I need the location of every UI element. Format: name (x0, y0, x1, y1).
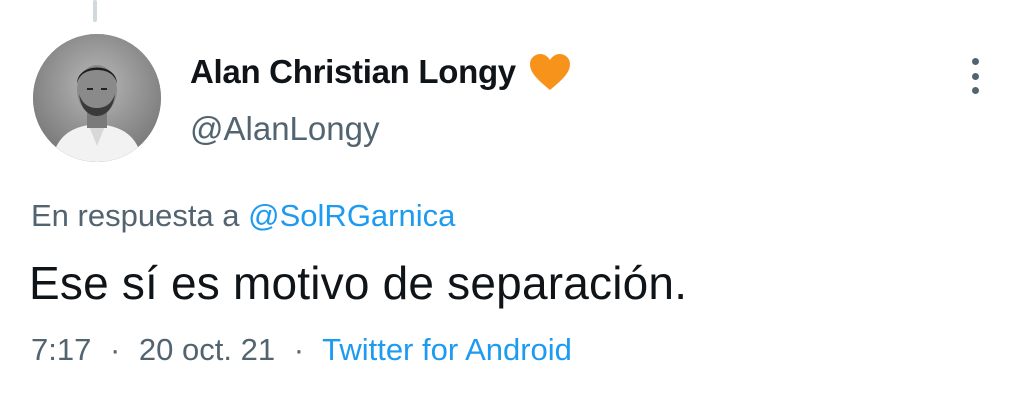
avatar[interactable] (33, 34, 161, 162)
meta-separator: · (293, 332, 305, 367)
reply-context: En respuesta a @SolRGarnica (31, 198, 455, 234)
name-row: Alan Christian Longy (190, 48, 984, 96)
profile-photo (33, 34, 161, 162)
tweet-date[interactable]: 20 oct. 21 (139, 332, 275, 367)
user-handle[interactable]: @AlanLongy (190, 110, 984, 148)
thread-connector-line (93, 0, 97, 22)
reply-mention-link[interactable]: @SolRGarnica (248, 198, 455, 233)
meta-separator: · (109, 332, 121, 367)
more-dot (971, 72, 979, 80)
reply-prefix: En respuesta a (31, 198, 240, 233)
more-dot (971, 58, 979, 65)
more-dot (971, 87, 979, 94)
orange-heart-icon (528, 52, 572, 92)
tweet-source-link[interactable]: Twitter for Android (322, 332, 572, 367)
tweet-time[interactable]: 7:17 (31, 332, 91, 367)
more-vertical-icon[interactable] (968, 58, 982, 94)
display-name[interactable]: Alan Christian Longy (190, 53, 516, 91)
tweet-text: Ese sí es motivo de separación. (29, 257, 688, 309)
tweet-meta: 7:17 · 20 oct. 21 · Twitter for Android (31, 332, 572, 368)
tweet-header: Alan Christian Longy @AlanLongy (190, 48, 984, 148)
